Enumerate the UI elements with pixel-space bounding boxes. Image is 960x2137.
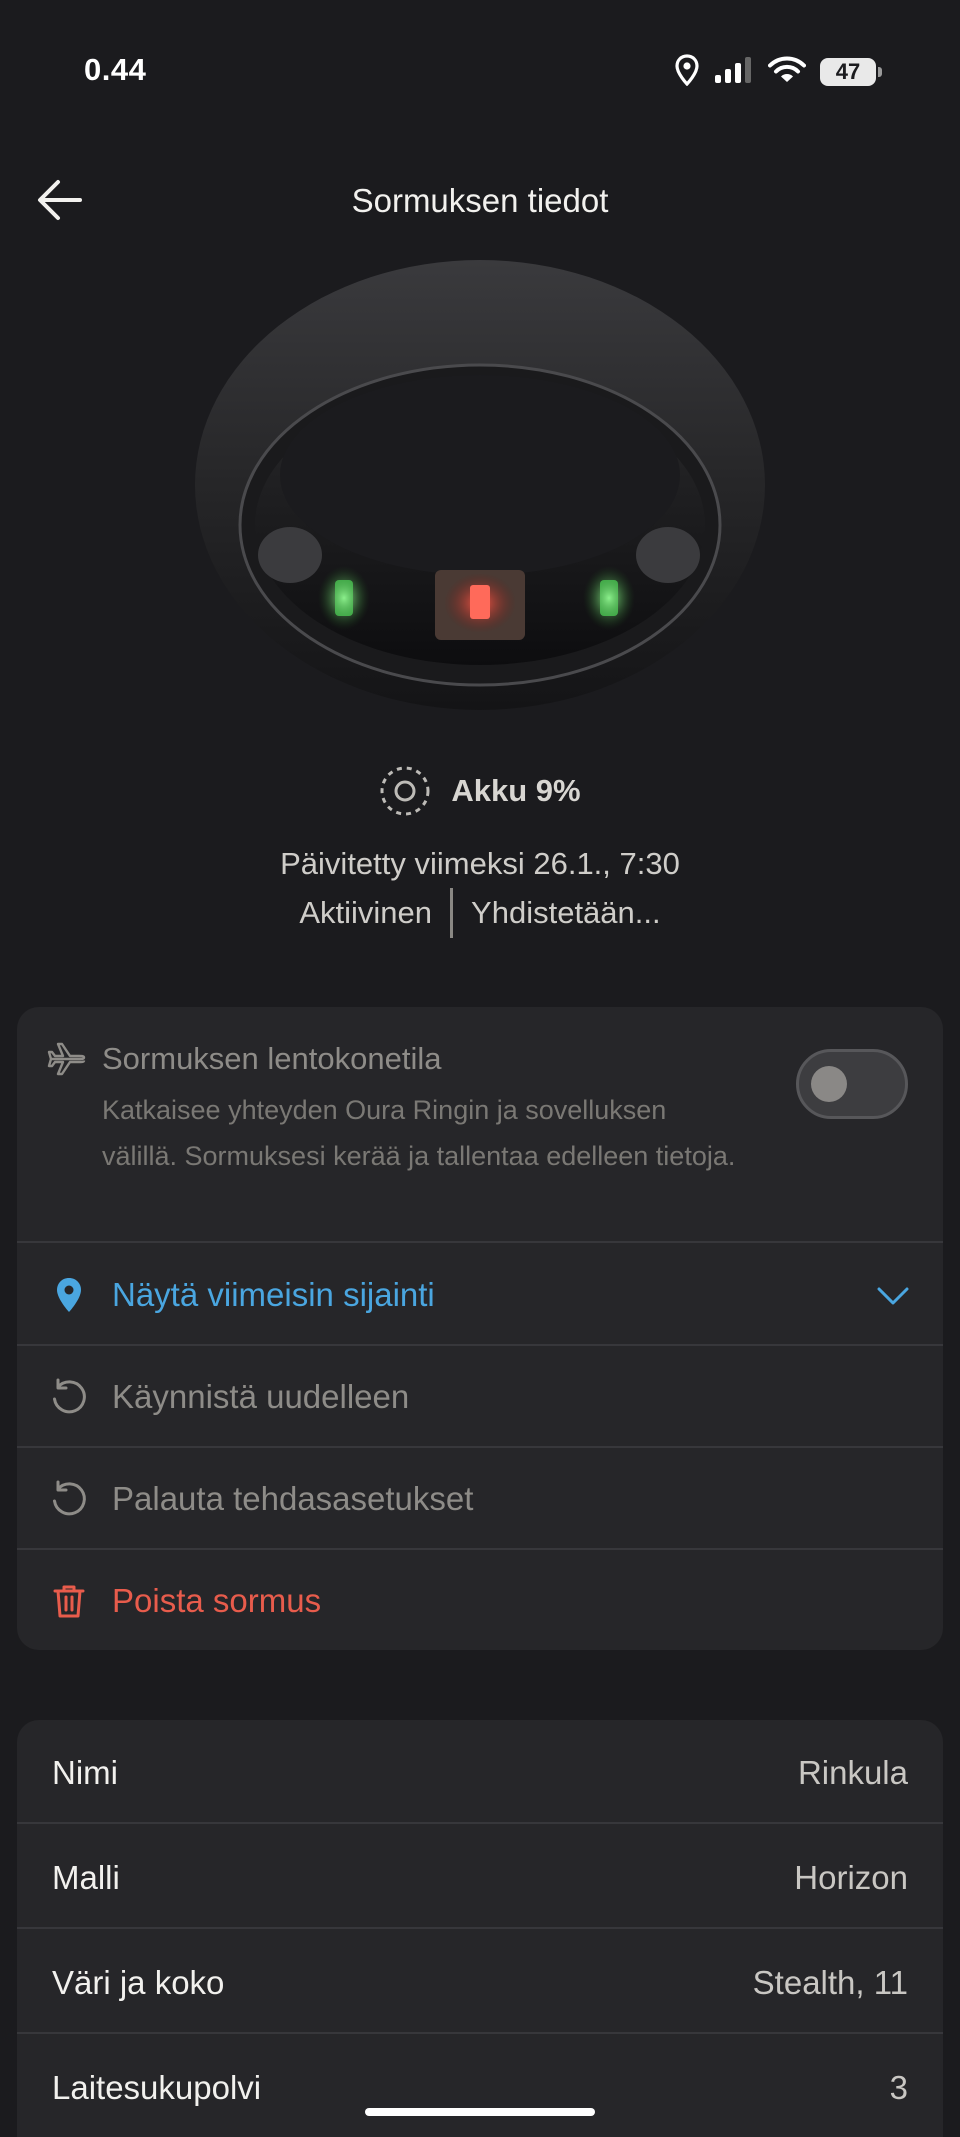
status-bar: 0.44 47: [0, 0, 960, 140]
state-divider: [450, 888, 454, 938]
location-pin-icon: [57, 1278, 81, 1312]
battery-row: Akku 9%: [0, 765, 960, 817]
show-last-location-label: Näytä viimeisin sijainti: [112, 1276, 435, 1313]
info-value: Horizon: [794, 1859, 908, 1896]
info-value: Rinkula: [797, 1754, 908, 1791]
show-last-location-row[interactable]: Näytä viimeisin sijainti: [17, 1244, 943, 1346]
restore-icon: [53, 1480, 86, 1516]
factory-reset-label: Palauta tehdasasetukset: [112, 1480, 474, 1517]
info-label: Väri ja koko: [52, 1964, 225, 2001]
factory-reset-row[interactable]: Palauta tehdasasetukset: [17, 1448, 943, 1550]
location-icon: [674, 53, 700, 91]
restart-ring-label: Käynnistä uudelleen: [112, 1378, 410, 1415]
ring-settings-card: Sormuksen lentokonetila Katkaisee yhteyd…: [17, 1007, 943, 1650]
remove-ring-row[interactable]: Poista sormus: [17, 1550, 943, 1650]
info-label: Nimi: [52, 1754, 118, 1791]
battery-status-level: 47: [835, 59, 861, 84]
airplane-icon: [47, 1042, 86, 1076]
info-label: Laitesukupolvi: [52, 2069, 262, 2106]
airplane-mode-section: Sormuksen lentokonetila Katkaisee yhteyd…: [17, 1007, 943, 1243]
info-row-model: Malli Horizon: [17, 1825, 943, 1929]
ring-image: [195, 260, 765, 710]
ring-info-card: Nimi Rinkula Malli Horizon Väri ja koko …: [17, 1720, 943, 2137]
page-title: Sormuksen tiedot: [351, 182, 609, 219]
trash-icon: [53, 1585, 85, 1618]
status-icons: 47: [674, 52, 882, 92]
toggle-knob: [811, 1066, 847, 1102]
cellular-signal-icon: [714, 56, 754, 89]
info-row-name: Nimi Rinkula: [17, 1720, 943, 1824]
status-time: 0.44: [84, 52, 147, 87]
remove-ring-label: Poista sormus: [112, 1582, 322, 1619]
chevron-down-icon: [877, 1287, 909, 1305]
ring-details-screen: 0.44 47 Sormuksen tiedot Akku 9% Päivite…: [0, 0, 960, 2137]
home-indicator[interactable]: [365, 2108, 595, 2116]
last-updated-text: Päivitetty viimeksi 26.1., 7:30: [280, 846, 680, 881]
connection-state-row: Aktiivinen Yhdistetään...: [0, 888, 960, 938]
battery-ring-icon: [380, 766, 430, 816]
wifi-icon: [768, 55, 806, 89]
restart-icon: [53, 1378, 86, 1414]
info-value: 3: [889, 2069, 908, 2106]
state-connecting: Yhdistetään...: [471, 895, 661, 930]
restart-ring-row[interactable]: Käynnistä uudelleen: [17, 1346, 943, 1448]
info-value: Stealth, 11: [752, 1964, 908, 2001]
info-row-generation: Laitesukupolvi 3: [17, 2035, 943, 2137]
battery-status-icon: 47: [820, 58, 882, 86]
airplane-mode-title: Sormuksen lentokonetila: [102, 1041, 442, 1076]
airplane-mode-toggle[interactable]: [796, 1049, 908, 1119]
state-active: Aktiivinen: [299, 895, 433, 930]
info-row-color-size: Väri ja koko Stealth, 11: [17, 1930, 943, 2034]
airplane-mode-description: Katkaisee yhteyden Oura Ringin ja sovell…: [102, 1095, 736, 1171]
battery-label: Akku 9%: [451, 773, 581, 808]
info-label: Malli: [52, 1859, 120, 1896]
